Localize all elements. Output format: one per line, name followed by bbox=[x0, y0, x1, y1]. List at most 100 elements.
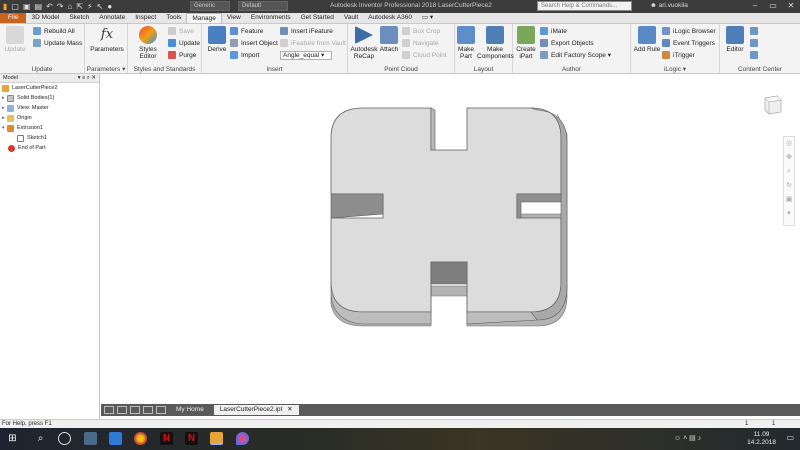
select-icon[interactable]: ↖ bbox=[97, 1, 104, 12]
help-search-input[interactable]: Search Help & Commands... bbox=[537, 1, 632, 11]
insert-ifeature-button[interactable]: Insert iFeature bbox=[280, 27, 333, 35]
tree-item-solid-bodies[interactable]: ▸ Solid Bodies(1) bbox=[0, 93, 99, 103]
windows-start-icon[interactable]: ⊞ bbox=[6, 432, 19, 445]
inventor-taskbar-icon[interactable] bbox=[210, 432, 223, 445]
cascade-layout-icon[interactable] bbox=[117, 406, 127, 414]
tab-sketch[interactable]: Sketch bbox=[64, 13, 94, 23]
tree-item-end-of-part[interactable]: End of Part bbox=[0, 143, 99, 153]
export-objects-button[interactable]: Export Objects bbox=[540, 39, 594, 47]
update-button[interactable]: Update bbox=[3, 26, 27, 53]
navbar-menu-icon[interactable]: ▾ bbox=[784, 207, 794, 221]
netflix-icon[interactable]: N bbox=[160, 432, 173, 445]
doc-tab-laser-cutter-piece[interactable]: LaserCutterPiece2.ipt ✕ bbox=[213, 405, 299, 415]
people-icon[interactable]: ☺ bbox=[674, 435, 681, 442]
styles-update-button[interactable]: Update bbox=[168, 39, 200, 47]
content-center-tool-1[interactable] bbox=[750, 27, 761, 35]
itrigger-button[interactable]: iTrigger bbox=[662, 51, 695, 59]
browser-controls[interactable]: ▾ ≡ ⌕ ✕ bbox=[78, 74, 96, 82]
task-view-icon[interactable] bbox=[84, 432, 97, 445]
close-icon[interactable]: ✕ bbox=[782, 0, 800, 12]
chevron-up-icon[interactable]: ˄ bbox=[683, 435, 687, 442]
network-icon[interactable]: ▤ bbox=[689, 435, 696, 442]
search-icon[interactable]: ⌕ bbox=[34, 432, 47, 445]
tab-environments[interactable]: Environments bbox=[246, 13, 296, 23]
content-center-editor-button[interactable]: Editor bbox=[722, 26, 748, 53]
tab-inspect[interactable]: Inspect bbox=[130, 13, 161, 23]
ifeature-from-vault-button[interactable]: iFeature from Vault bbox=[280, 39, 346, 47]
styles-editor-button[interactable]: Styles Editor bbox=[130, 26, 166, 60]
cortana-icon[interactable] bbox=[58, 432, 71, 445]
attach-button[interactable]: Attach bbox=[379, 26, 399, 53]
ilogic-panel-label[interactable]: iLogic ▾ bbox=[631, 65, 719, 73]
minimize-icon[interactable]: – bbox=[746, 0, 764, 12]
tab-3d-model[interactable]: 3D Model bbox=[26, 13, 64, 23]
notifications-icon[interactable]: ▭ bbox=[786, 433, 794, 442]
chrome-icon[interactable] bbox=[134, 432, 147, 445]
tab-annotate[interactable]: Annotate bbox=[94, 13, 130, 23]
ifeature-select[interactable]: Angle_equal ▾ bbox=[280, 51, 332, 60]
ribbon-options-icon[interactable]: ▭ ▾ bbox=[417, 13, 438, 23]
new-file-icon[interactable]: ▢ bbox=[11, 1, 19, 12]
appearance-combo[interactable]: Generic bbox=[190, 1, 230, 11]
open-file-icon[interactable]: ▣ bbox=[23, 1, 31, 12]
appearance-swatch-icon[interactable]: ● bbox=[107, 1, 112, 12]
content-center-tool-3[interactable] bbox=[750, 51, 761, 59]
event-triggers-button[interactable]: Event Triggers bbox=[662, 39, 715, 47]
volume-icon[interactable]: ♪ bbox=[698, 435, 702, 442]
styles-save-button[interactable]: Save bbox=[168, 27, 194, 35]
edit-factory-scope-button[interactable]: Edit Factory Scope ▾ bbox=[540, 51, 611, 59]
tree-item-extrusion1[interactable]: ▾ Extrusion1 bbox=[0, 123, 99, 133]
ilogic-browser-button[interactable]: iLogic Browser bbox=[662, 27, 716, 35]
create-ipart-button[interactable]: Create iPart bbox=[515, 26, 537, 60]
update-icon[interactable]: ⚡ bbox=[87, 1, 93, 12]
orbit-icon[interactable]: ↻ bbox=[784, 179, 794, 193]
tree-item-origin[interactable]: ▸ Origin bbox=[0, 113, 99, 123]
maps-icon[interactable] bbox=[236, 432, 249, 445]
add-rule-button[interactable]: Add Rule bbox=[633, 26, 661, 53]
graphics-viewport[interactable]: ◎ ✥ ⌕ ↻ ▣ ▾ bbox=[101, 74, 800, 404]
look-at-icon[interactable]: ▣ bbox=[784, 193, 794, 207]
undo-icon[interactable]: ↶ bbox=[46, 1, 53, 12]
parameters-button[interactable]: fx Parameters bbox=[88, 26, 126, 53]
pan-icon[interactable]: ✥ bbox=[784, 151, 794, 165]
redo-icon[interactable]: ↷ bbox=[57, 1, 64, 12]
feature-button[interactable]: Feature bbox=[230, 27, 263, 35]
return-icon[interactable]: ⇱ bbox=[76, 1, 83, 12]
save-icon[interactable]: ▤ bbox=[35, 1, 43, 12]
tab-manage[interactable]: Manage bbox=[186, 13, 222, 23]
user-account[interactable]: ☻ ari.vuokila bbox=[650, 2, 688, 9]
make-part-button[interactable]: Make Part bbox=[455, 26, 477, 60]
inventor-logo-icon[interactable]: ▮ bbox=[3, 1, 7, 12]
box-crop-button[interactable]: Box Crop bbox=[402, 27, 440, 35]
material-combo[interactable]: Default bbox=[238, 1, 288, 11]
home-icon[interactable]: ⌂ bbox=[68, 1, 73, 12]
make-components-button[interactable]: Make Components bbox=[477, 26, 514, 60]
tab-tools[interactable]: Tools bbox=[161, 13, 186, 23]
tile-layout-icon[interactable] bbox=[104, 406, 114, 414]
close-tab-icon[interactable]: ✕ bbox=[287, 406, 292, 413]
tree-item-sketch1[interactable]: Sketch1 bbox=[0, 133, 99, 143]
update-mass-button[interactable]: Update Mass bbox=[33, 39, 82, 47]
zoom-icon[interactable]: ⌕ bbox=[784, 165, 794, 179]
viewcube[interactable] bbox=[761, 92, 783, 118]
tree-item-part[interactable]: LaserCutterPiece2 bbox=[0, 83, 99, 93]
tab-view[interactable]: View bbox=[222, 13, 246, 23]
purge-button[interactable]: Purge bbox=[168, 51, 196, 59]
clock[interactable]: 11.09 14.2.2018 bbox=[747, 431, 776, 447]
navigate-button[interactable]: Navigate bbox=[402, 39, 439, 47]
tree-item-view-master[interactable]: ▸ View: Master bbox=[0, 103, 99, 113]
insert-object-button[interactable]: Insert Object bbox=[230, 39, 278, 47]
netflix-2-icon[interactable]: N bbox=[185, 432, 198, 445]
doc-menu-icon[interactable] bbox=[156, 406, 166, 414]
tab-get-started[interactable]: Get Started bbox=[296, 13, 339, 23]
steering-wheel-icon[interactable]: ◎ bbox=[784, 137, 794, 151]
tab-file[interactable]: File bbox=[0, 13, 27, 23]
tab-autodesk-a360[interactable]: Autodesk A360 bbox=[363, 13, 417, 23]
import-button[interactable]: Import bbox=[230, 51, 259, 59]
doc-tab-my-home[interactable]: My Home bbox=[170, 405, 210, 415]
imate-button[interactable]: iMate bbox=[540, 27, 567, 35]
derive-button[interactable]: Derive bbox=[205, 26, 229, 53]
arrange-layout-icon[interactable] bbox=[130, 406, 140, 414]
content-center-tool-2[interactable] bbox=[750, 39, 761, 47]
cloud-point-button[interactable]: Cloud Point bbox=[402, 51, 447, 59]
